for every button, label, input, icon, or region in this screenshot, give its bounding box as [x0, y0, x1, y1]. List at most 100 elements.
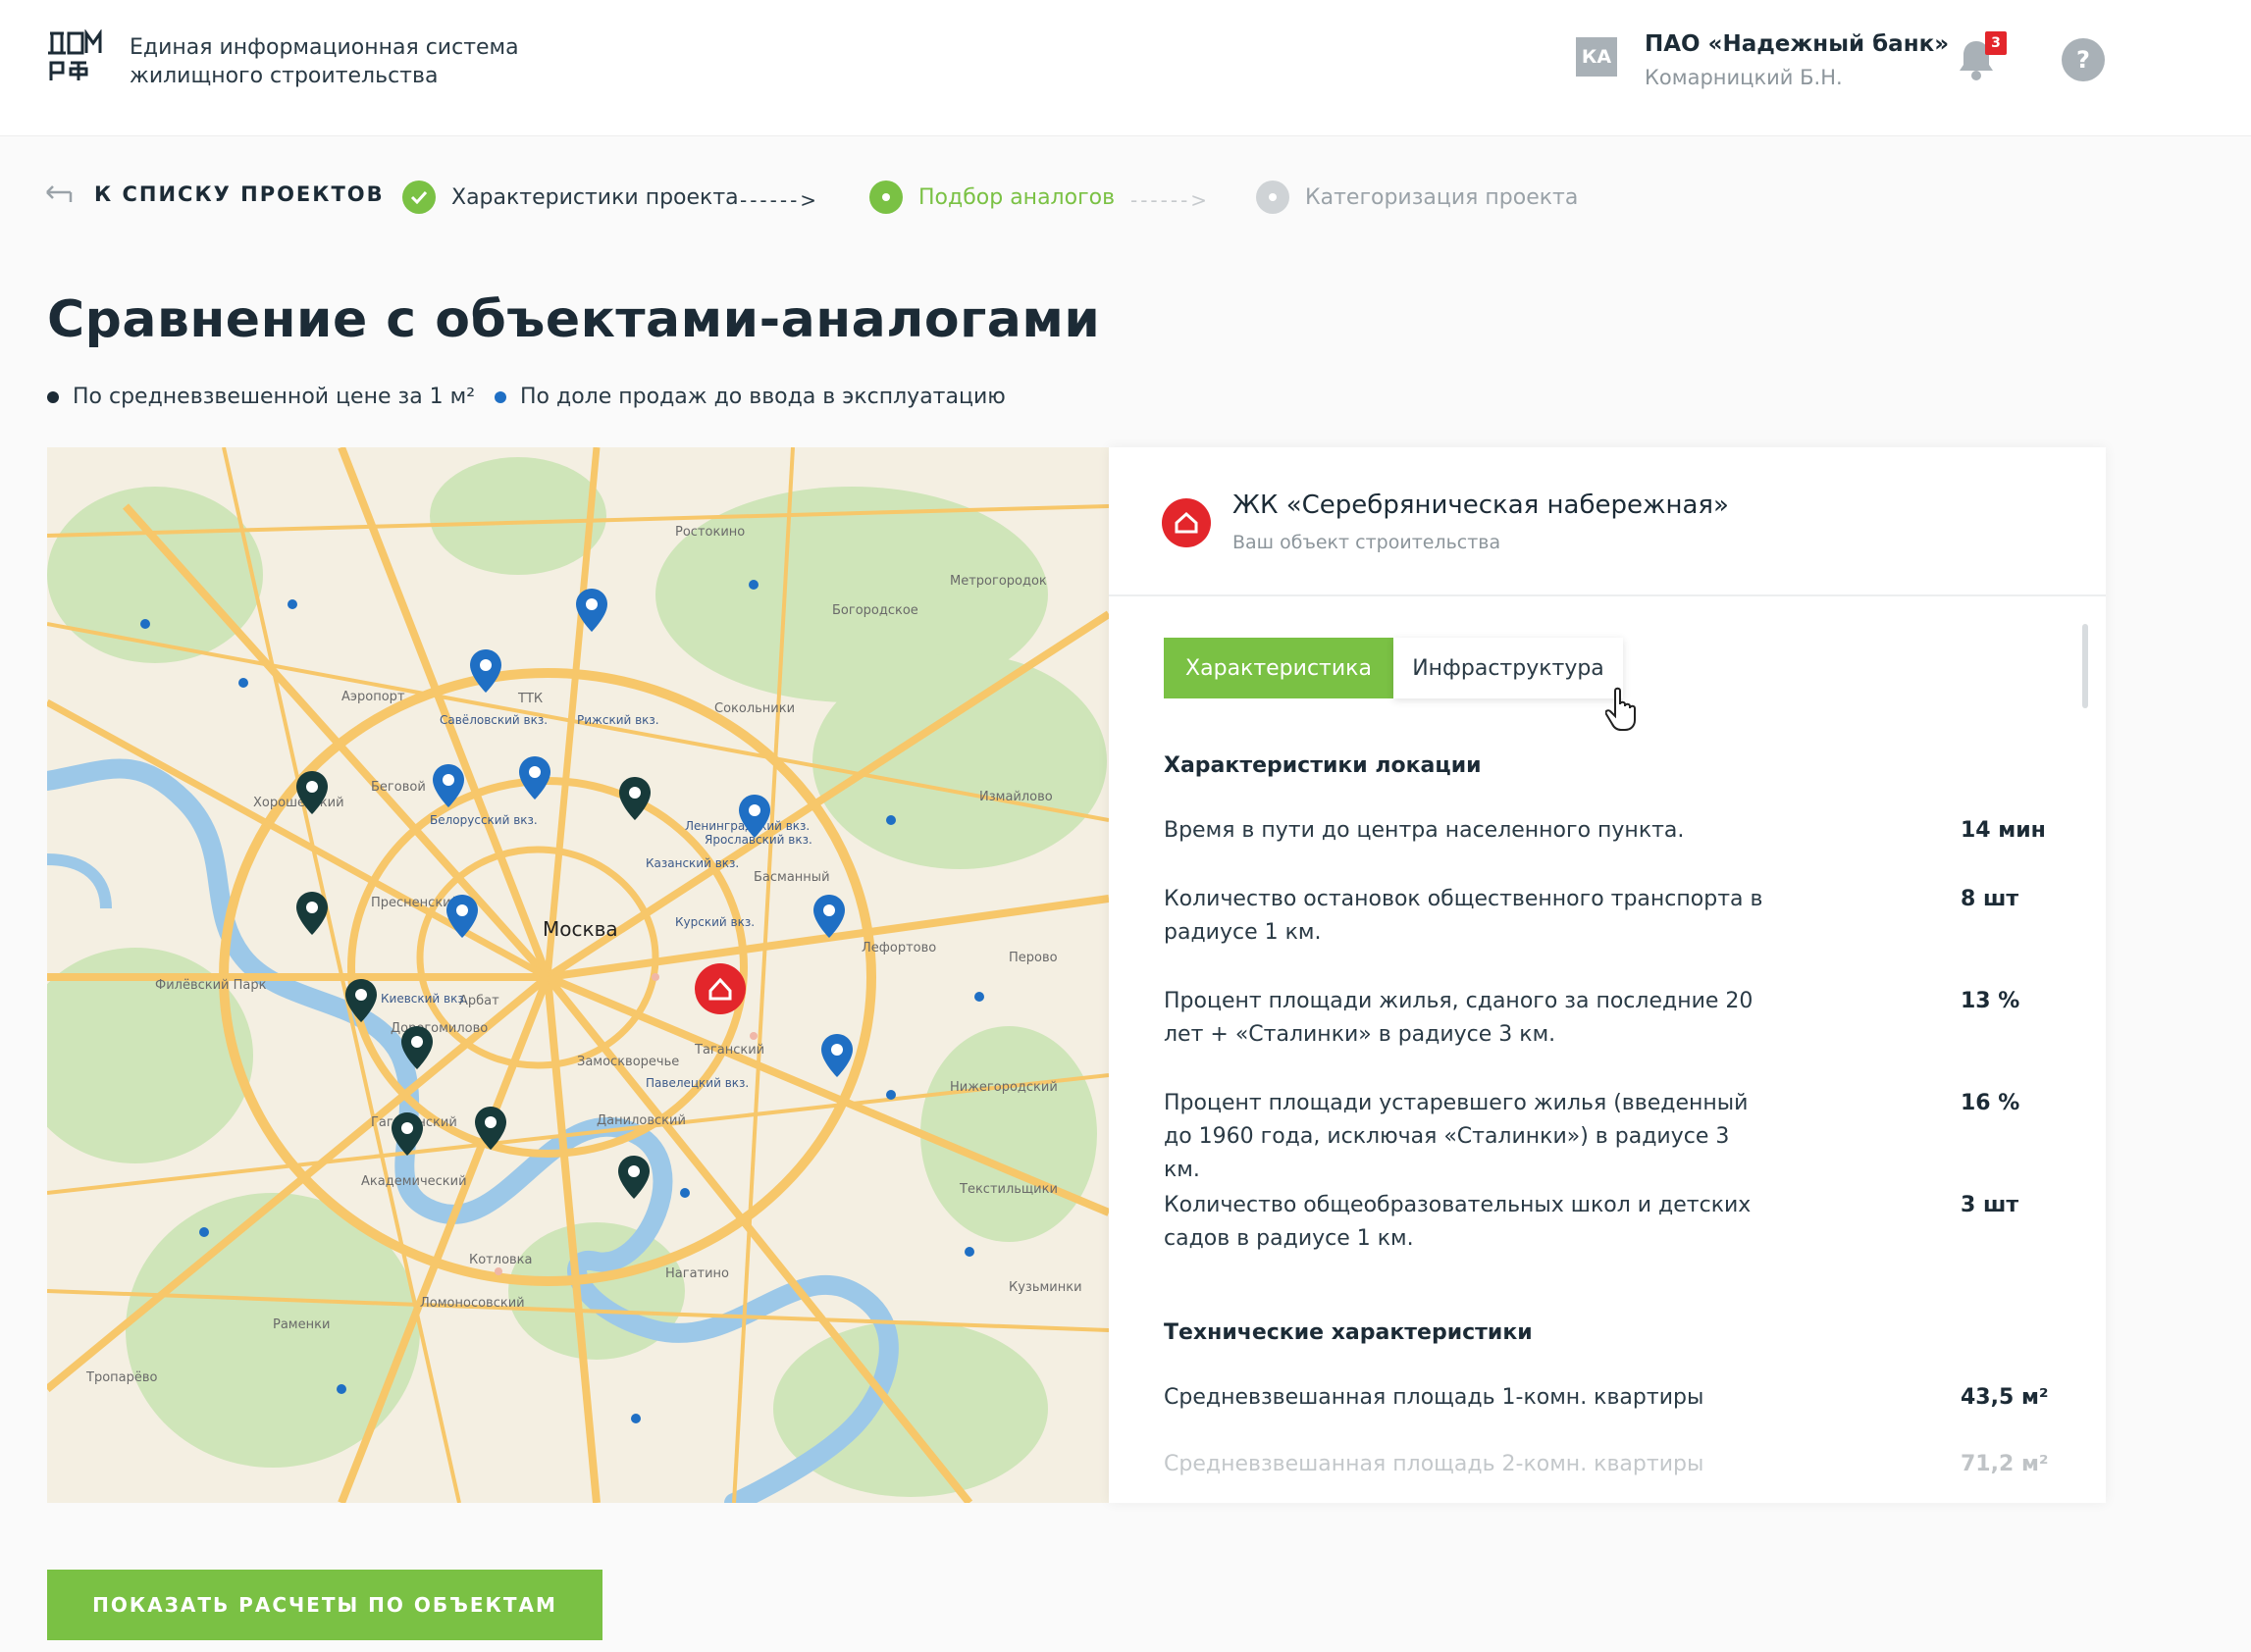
map-label: Кузьминки [1009, 1280, 1082, 1295]
tab-infrastructure[interactable]: Инфраструктура [1393, 638, 1623, 698]
row-value: 71,2 м² [1961, 1452, 2049, 1476]
row-label: Время в пути до центра населенного пункт… [1164, 818, 1685, 843]
map-label: Беговой [371, 780, 426, 795]
hand-cursor-icon [1605, 687, 1636, 731]
pending-step-icon [1256, 181, 1289, 214]
map-label: Нагатино [665, 1266, 729, 1281]
panel-scrollbar[interactable] [2082, 624, 2088, 708]
row-value: 43,5 м² [1961, 1385, 2049, 1410]
system-title: Единая информационная система жилищного … [130, 35, 519, 88]
row-label: Средневзвешанная площадь 1-комн. квартир… [1164, 1385, 1704, 1410]
map-label: Измайлово [979, 790, 1053, 804]
step-project-categorization[interactable]: Категоризация проекта [1256, 181, 1578, 214]
step-connector: ------> [1130, 188, 1211, 212]
row-value: 14 мин [1961, 818, 2046, 843]
map-label: Хорошёвский [253, 796, 344, 810]
back-arrow-icon [46, 185, 73, 202]
map-marker-dark[interactable] [619, 777, 651, 820]
step-label: Категоризация проекта [1305, 184, 1579, 210]
map-label: Тропарёво [85, 1370, 158, 1385]
object-subtitle: Ваш объект строительства [1232, 532, 1501, 553]
user-name: Комарницкий Б.Н. [1645, 66, 1843, 89]
map-label: Белорусский вкз. [430, 813, 538, 827]
row-value: 13 % [1961, 989, 2020, 1013]
map-label: Басманный [754, 870, 830, 885]
row-value: 16 % [1961, 1091, 2020, 1115]
row-value: 3 шт [1961, 1193, 2019, 1217]
check-icon [402, 181, 436, 214]
analog-map[interactable]: Москва ТТК Арбат Таганский Пресненский С… [47, 447, 1109, 1503]
tab-characteristics[interactable]: Характеристика [1164, 638, 1393, 698]
user-organization[interactable]: ПАО «Надежный банк» [1645, 31, 1949, 57]
map-label: Савёловский вкз. [440, 713, 548, 727]
map-label: Перово [1009, 951, 1058, 965]
map-label: Павелецкий вкз. [646, 1076, 749, 1090]
legend-dot-blue [495, 390, 506, 403]
map-marker-blue[interactable] [446, 895, 478, 938]
map-label: Аэропорт [341, 690, 405, 704]
object-details-panel: ЖК «Серебряническая набережная» Ваш объе… [1109, 447, 2106, 1503]
map-label-moscow: Москва [543, 917, 618, 941]
domrf-logo[interactable] [47, 29, 104, 86]
divider [1109, 594, 2106, 596]
map-label: Казанский вкз. [646, 856, 739, 870]
map-label: Котловка [469, 1253, 533, 1267]
help-button[interactable]: ? [2062, 38, 2105, 81]
map-label: Филёвский Парк [155, 978, 267, 993]
map-label: Таганский [694, 1043, 764, 1058]
map-label: Киевский вкз. [381, 992, 468, 1006]
map-marker-dark[interactable] [296, 892, 328, 935]
legend-sales-share: По доле продаж до ввода в эксплуатацию [495, 385, 1006, 409]
show-calculations-button[interactable]: ПОКАЗАТЬ РАСЧЕТЫ ПО ОБЪЕКТАМ [47, 1570, 602, 1640]
map-label: Ярославский вкз. [705, 833, 812, 847]
own-object-marker[interactable] [695, 963, 746, 1014]
row-value: 8 шт [1961, 887, 2019, 911]
map-label: Замоскворечье [577, 1055, 679, 1069]
map-label: ТТК [517, 692, 543, 706]
top-header: Единая информационная система жилищного … [0, 0, 2251, 135]
section-title-location: Характеристики локации [1164, 753, 1482, 778]
map-label: Лефортово [862, 941, 936, 955]
back-to-projects-link[interactable]: К СПИСКУ ПРОЕКТОВ [45, 182, 385, 206]
user-avatar[interactable]: КА [1576, 37, 1617, 77]
section-title-technical: Технические характеристики [1164, 1320, 1533, 1345]
map-label: Раменки [273, 1317, 330, 1332]
map-label: Пресненский [371, 896, 459, 910]
object-title: ЖК «Серебряническая набережная» [1232, 490, 1729, 520]
page-title: Сравнение с объектами-аналогами [47, 290, 1101, 349]
map-label: Курский вкз. [675, 915, 755, 929]
legend-label: По средневзвешенной цене за 1 м² [73, 385, 476, 409]
map-label: Даниловский [597, 1113, 686, 1128]
step-label: Характеристики проекта [451, 184, 739, 210]
map-marker-blue[interactable] [821, 1034, 853, 1077]
map-canvas[interactable]: Москва ТТК Арбат Таганский Пресненский С… [47, 447, 1109, 1503]
back-label: К СПИСКУ ПРОЕКТОВ [94, 182, 385, 206]
map-marker-blue[interactable] [470, 649, 501, 693]
row-label: Процент площади жилья, сданого за послед… [1164, 989, 1754, 1047]
step-connector: ------> [740, 188, 820, 212]
map-label: Текстильщики [959, 1182, 1058, 1197]
map-label: Ростокино [675, 525, 745, 540]
map-marker-dark[interactable] [618, 1156, 650, 1199]
notification-badge: 3 [1985, 31, 2007, 55]
row-label: Процент площади устаревшего жилья (введе… [1164, 1091, 1749, 1182]
map-label: Академический [361, 1174, 467, 1189]
row-label: Средневзвешанная площадь 2-комн. квартир… [1164, 1452, 1704, 1476]
map-label: Рижский вкз. [577, 713, 659, 727]
map-label: Ломоносовский [420, 1296, 525, 1311]
map-label: Сокольники [714, 701, 795, 716]
map-label: Нижегородский [950, 1080, 1058, 1095]
map-label: Метрогородок [950, 574, 1047, 589]
legend-price: По средневзвешенной цене за 1 м² [47, 385, 475, 409]
home-icon [1162, 498, 1211, 547]
step-project-characteristics[interactable]: Характеристики проекта [402, 181, 739, 214]
step-label: Подбор аналогов [918, 184, 1116, 210]
map-label: Богородское [832, 603, 918, 618]
map-marker-blue[interactable] [519, 756, 550, 800]
active-step-icon [869, 181, 903, 214]
legend-dot-dark [47, 390, 59, 403]
map-marker-blue[interactable] [813, 895, 845, 938]
step-analog-selection[interactable]: Подбор аналогов [869, 181, 1115, 214]
row-label: Количество остановок общественного транс… [1164, 887, 1763, 945]
legend-label: По доле продаж до ввода в эксплуатацию [520, 385, 1006, 409]
